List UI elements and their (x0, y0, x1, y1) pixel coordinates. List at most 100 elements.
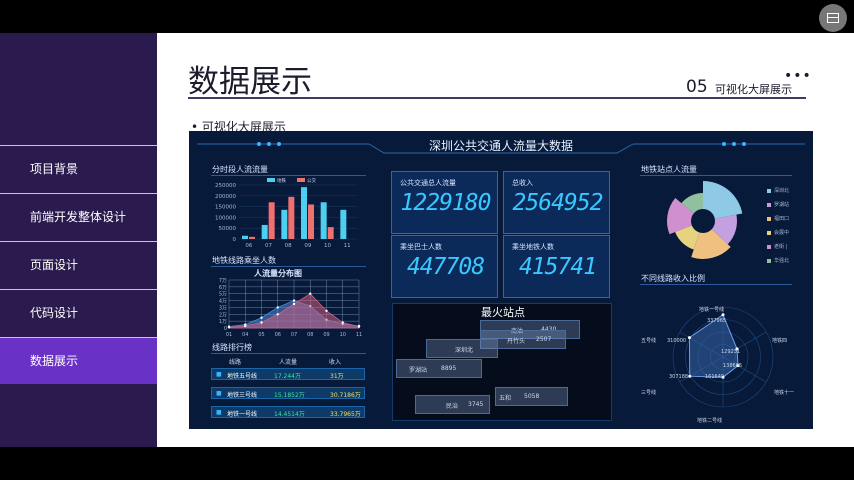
data-point (325, 309, 328, 313)
sidebar: 项目背景 前端开发整体设计 页面设计 代码设计 数据展示 (0, 33, 157, 447)
page-title: 数据展示 (188, 64, 312, 100)
radar-value: 307188 (669, 374, 689, 380)
station-name: 民治 (446, 403, 459, 410)
kpi-label: 总收入 (512, 179, 533, 187)
radar-label: 地铁一号线 (699, 307, 725, 313)
legend-label: 地铁 (277, 177, 286, 184)
kpi-total-income: 总收入 2564952 (503, 171, 610, 234)
y-tick-label: 5万 (219, 292, 227, 298)
bar (308, 204, 314, 239)
bar (327, 227, 334, 239)
ranking-row[interactable]: ■ 地铁五号线 17.244万 31万 (211, 368, 365, 380)
bar (320, 202, 327, 239)
line-ride-underline (211, 266, 366, 267)
ranking-line: 地铁一号线 (227, 411, 258, 418)
x-tick-label: 06 (245, 243, 252, 249)
y-tick-label: 0 (233, 237, 237, 243)
ranking-flow: 15.1852万 (274, 392, 305, 399)
radar-label: 五号线 (641, 338, 657, 344)
section-number: 05 (686, 77, 708, 97)
line-income-title: 不同线路收入比例 (641, 274, 705, 283)
station-tag[interactable]: 深圳北 (426, 339, 498, 358)
legend-swatch (267, 178, 275, 182)
hourly-bar-chart: 250000 200000 150000 100000 50000 0 06 07 08 09 10… (215, 177, 357, 249)
ranking-income: 31万 (330, 373, 344, 380)
hourly-flow-title: 分时段人流流量 (212, 165, 268, 174)
bar (281, 209, 288, 239)
ranking-header-income: 收入 (329, 359, 342, 366)
radar-point (688, 374, 692, 378)
dashboard: 深圳公共交通人流量大数据 分时段人流流量 250000 200000 150000 1… (189, 131, 813, 429)
radar-point (721, 313, 725, 317)
y-tick-label: 200000 (215, 194, 236, 200)
station-value: 8895 (441, 365, 457, 372)
sidebar-item-page-design[interactable]: 页面设计 (0, 241, 157, 288)
y-tick-label: 7万 (219, 278, 227, 284)
bar (340, 209, 347, 239)
station-tag[interactable]: 五和 5058 (495, 387, 568, 406)
station-value: 2507 (536, 336, 552, 343)
pie-legend-item: 罗湖站 (767, 201, 789, 208)
data-point (357, 325, 361, 328)
title-divider (188, 97, 806, 99)
pie-legend-item: 福田口 (767, 215, 789, 222)
data-point (227, 326, 231, 329)
x-tick-label: 04 (242, 332, 248, 338)
sidebar-item-frontend-design[interactable]: 前端开发整体设计 (0, 193, 157, 240)
line-ride-title: 地铁线路乘坐人数 (212, 256, 276, 265)
line-income-underline (640, 284, 792, 285)
x-tick-label: 10 (324, 243, 331, 249)
ranking-line: 地铁三号线 (227, 392, 258, 399)
fullscreen-button[interactable] (819, 4, 847, 32)
legend-swatch (297, 178, 305, 182)
station-name: 罗湖站 (409, 367, 428, 374)
x-tick-label: 08 (285, 243, 292, 249)
hot-stations-panel: 最火站点 南油 4430 丹竹头 2507 深圳北 罗湖站 8895 民治 37… (392, 303, 612, 421)
y-tick-label: 50000 (219, 226, 237, 232)
ranking-underline (211, 353, 366, 354)
sidebar-item-code-design[interactable]: 代码设计 (0, 289, 157, 336)
y-tick-label: 2万 (219, 312, 227, 318)
pie-hole (691, 209, 715, 233)
station-name: 丹竹头 (507, 338, 526, 345)
hot-stations-title: 最火站点 (481, 306, 525, 319)
sidebar-item-background[interactable]: 项目背景 (0, 145, 157, 192)
x-tick-label: 10 (340, 332, 346, 338)
x-tick-label: 07 (291, 332, 297, 338)
y-tick-label: 1万 (219, 319, 227, 325)
data-point (276, 306, 279, 309)
pie-legend-item: 老街 | (767, 243, 787, 250)
ranking-income: 30.7186万 (330, 392, 361, 399)
station-tag[interactable]: 民治 3745 (415, 395, 490, 414)
station-tag[interactable]: 罗湖站 8895 (396, 359, 482, 378)
station-flow-title: 地铁站点人流量 (641, 165, 697, 174)
x-tick-label: 09 (304, 243, 311, 249)
data-point (341, 321, 344, 324)
bar (301, 187, 307, 239)
data-point (276, 313, 279, 316)
radar-value: 337965 (707, 318, 727, 324)
x-tick-label: 01 (226, 332, 232, 338)
kpi-value: 2564952 (512, 190, 604, 216)
ranking-row[interactable]: ■ 地铁三号线 15.1852万 30.7186万 (211, 387, 365, 399)
ranking-flow: 17.244万 (274, 373, 301, 380)
line-income-radar-chart (672, 306, 774, 408)
bus-icon: ■ (216, 409, 222, 416)
data-point (292, 302, 296, 306)
x-tick-label: 11 (344, 243, 351, 249)
bar (249, 236, 255, 239)
radar-label: 地铁四 (772, 338, 788, 344)
radar-value: 129231 (721, 349, 741, 355)
pie-legend-item: 深圳北 (767, 187, 789, 194)
radar-value: 161649 (705, 374, 725, 380)
radar-label: 地铁二号线 (697, 418, 723, 424)
data-point (260, 321, 263, 324)
radar-label: 三号线 (641, 390, 657, 396)
ranking-row[interactable]: ■ 地铁一号线 14.4514万 33.7965万 (211, 406, 365, 418)
pie-legend-item: 会展中 (767, 229, 789, 236)
x-tick-label: 06 (275, 332, 281, 338)
sidebar-item-data-display[interactable]: 数据展示 (0, 337, 157, 384)
bus-icon: ■ (216, 390, 222, 397)
y-tick-label: 6万 (219, 285, 227, 291)
station-value: 5058 (524, 393, 540, 400)
